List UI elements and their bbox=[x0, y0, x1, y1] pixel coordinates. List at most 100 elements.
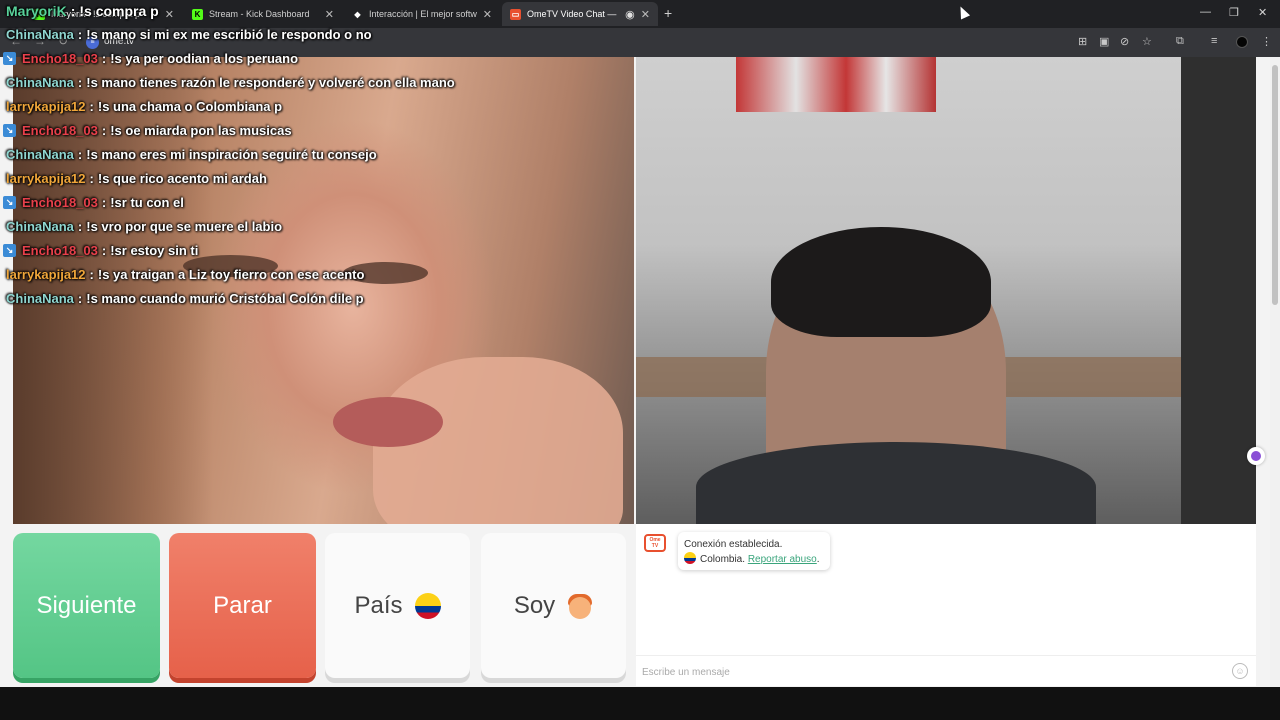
chat-text: !s ya traigan a Liz toy fierro con ese a… bbox=[97, 267, 365, 282]
subscriber-badge-icon: ↘ bbox=[3, 52, 16, 65]
taskbar-strip bbox=[0, 687, 1280, 720]
chat-username: Encho18_03 bbox=[22, 123, 98, 138]
translate-icon[interactable]: ⊞ bbox=[1078, 35, 1087, 48]
connection-status: Conexión establecida. bbox=[684, 539, 783, 550]
stop-button[interactable]: Parar bbox=[169, 533, 316, 678]
close-window-icon[interactable]: ✕ bbox=[1258, 6, 1267, 19]
chat-separator: : bbox=[77, 291, 83, 306]
country-button-label: País bbox=[354, 591, 403, 619]
chat-username: ChinaNana bbox=[6, 291, 74, 306]
chat-text: !s mano si mi ex me escribió le respondo… bbox=[86, 27, 372, 42]
country-button[interactable]: País bbox=[325, 533, 470, 678]
chat-username: ChinaNana bbox=[6, 147, 74, 162]
chat-username: ChinaNana bbox=[6, 27, 74, 42]
chat-separator: : bbox=[70, 3, 76, 19]
report-abuse-link[interactable]: Reportar abuso bbox=[748, 554, 817, 565]
chat-text: !sr estoy sin ti bbox=[110, 243, 199, 258]
message-input[interactable] bbox=[642, 662, 1222, 682]
chat-message: ChinaNana: !s mano eres mi inspiración se… bbox=[6, 147, 377, 162]
menu-icon[interactable]: ⋮ bbox=[1261, 35, 1272, 48]
system-message: Conexión establecida. Colombia. Reportar… bbox=[678, 532, 830, 570]
cast-icon[interactable]: ▣ bbox=[1099, 35, 1109, 48]
next-button[interactable]: Siguiente bbox=[13, 533, 160, 678]
colombia-flag-icon bbox=[684, 552, 696, 564]
next-button-label: Siguiente bbox=[36, 591, 137, 619]
chat-username: Encho18_03 bbox=[22, 195, 98, 210]
chat-message: larrykapija12: !s ya traigan a Liz toy fi… bbox=[6, 267, 364, 282]
profile-avatar[interactable] bbox=[1236, 36, 1248, 48]
chat-separator: : bbox=[77, 219, 83, 234]
country-name: Colombia. bbox=[700, 554, 746, 565]
chat-message: ↘ Encho18_03: !s oe miarda pon las musicas bbox=[0, 123, 292, 138]
chat-username: larrykapija12 bbox=[6, 267, 86, 282]
chat-separator: : bbox=[77, 27, 83, 42]
chat-username: larrykapija12 bbox=[6, 171, 86, 186]
video-shirt bbox=[696, 442, 1096, 524]
eye-off-icon[interactable]: ⊘ bbox=[1120, 35, 1129, 48]
chat-message: ↘ Encho18_03: !s ya per oodian a los perua… bbox=[0, 51, 298, 66]
chat-separator: : bbox=[89, 99, 94, 114]
partner-country: Colombia. Reportar abuso. bbox=[684, 552, 824, 567]
extension-floating-icon[interactable] bbox=[1247, 447, 1265, 465]
boy-icon bbox=[567, 593, 593, 619]
chat-text: !s que rico acento mi ardah bbox=[97, 171, 267, 186]
chat-separator: : bbox=[101, 195, 107, 210]
chat-message: ChinaNana: !s mano tienes razón le respon… bbox=[6, 75, 455, 90]
emoji-icon[interactable]: ☺ bbox=[1232, 663, 1248, 679]
chat-text: !s mano tienes razón le responderé y vol… bbox=[86, 75, 455, 90]
minimize-icon[interactable]: — bbox=[1200, 6, 1211, 18]
video-lips bbox=[333, 397, 443, 447]
ometv-logo-text: Ome TV bbox=[649, 537, 661, 549]
subscriber-badge-icon: ↘ bbox=[3, 244, 16, 257]
chat-text: !s ya per oodian a los peruano bbox=[110, 51, 299, 66]
chat-username: larrykapija12 bbox=[6, 99, 86, 114]
chat-separator: : bbox=[77, 75, 83, 90]
scroll-thumb[interactable] bbox=[1272, 65, 1278, 305]
chat-text: !s mano cuando murió Cristóbal Colón dil… bbox=[86, 291, 364, 306]
media-icon[interactable]: ≡ bbox=[1211, 35, 1217, 47]
chat-username: MaryoriK bbox=[6, 3, 67, 19]
chat-message: ↘ Encho18_03: !sr tu con el bbox=[0, 195, 184, 210]
close-icon[interactable]: ✕ bbox=[641, 8, 650, 21]
chat-separator: : bbox=[89, 267, 94, 282]
chat-message: ↘ Encho18_03: !sr estoy sin ti bbox=[0, 243, 198, 258]
chat-message: MaryoriK : !s compra p bbox=[6, 3, 159, 19]
new-tab-icon[interactable]: + bbox=[664, 5, 672, 21]
extensions-icon[interactable]: ⧉ bbox=[1176, 35, 1184, 48]
chat-message: ChinaNana: !s mano si mi ex me escribió l… bbox=[6, 27, 372, 42]
chat-text: !s una chama o Colombiana p bbox=[97, 99, 283, 114]
subscriber-badge-icon: ↘ bbox=[3, 196, 16, 209]
chat-text: !s vro por que se muere el labio bbox=[86, 219, 283, 234]
chat-separator: : bbox=[89, 171, 94, 186]
chat-username: ChinaNana bbox=[6, 75, 74, 90]
chat-text: !s compra p bbox=[79, 3, 159, 19]
video-door bbox=[1181, 57, 1256, 524]
chat-separator: : bbox=[77, 147, 83, 162]
bookmark-star-icon[interactable]: ☆ bbox=[1142, 35, 1152, 48]
video-posters bbox=[736, 57, 936, 112]
chat-message: larrykapija12: !s una chama o Colombiana … bbox=[6, 99, 282, 114]
chat-message: ChinaNana: !s mano cuando murió Cristóbal… bbox=[6, 291, 364, 306]
remote-video bbox=[636, 57, 1256, 524]
chat-username: Encho18_03 bbox=[22, 51, 98, 66]
chat-username: ChinaNana bbox=[6, 219, 74, 234]
chat-separator: : bbox=[101, 123, 107, 138]
message-input-bar: ☺ bbox=[636, 655, 1256, 686]
subscriber-badge-icon: ↘ bbox=[3, 124, 16, 137]
stop-button-label: Parar bbox=[213, 591, 272, 619]
text-chat-panel: Ome TV Conexión establecida. Colombia. R… bbox=[636, 524, 1256, 686]
gender-button-label: Soy bbox=[513, 591, 556, 619]
scrollbar[interactable] bbox=[1270, 57, 1280, 687]
ometv-logo: Ome TV bbox=[644, 534, 666, 552]
restore-icon[interactable]: ❐ bbox=[1229, 6, 1239, 19]
chat-separator: : bbox=[101, 51, 107, 66]
stream-chat-overlay: MaryoriK : !s compra p ChinaNana: !s mano… bbox=[0, 0, 640, 310]
chat-message: larrykapija12: !s que rico acento mi arda… bbox=[6, 171, 267, 186]
report-suffix: . bbox=[816, 554, 820, 565]
chat-separator: : bbox=[101, 243, 107, 258]
video-hair bbox=[771, 227, 991, 337]
chat-text: !s mano eres mi inspiración seguiré tu c… bbox=[86, 147, 377, 162]
chat-text: !sr tu con el bbox=[110, 195, 184, 210]
chat-message: ChinaNana: !s vro por que se muere el lab… bbox=[6, 219, 282, 234]
gender-button[interactable]: Soy bbox=[481, 533, 626, 678]
